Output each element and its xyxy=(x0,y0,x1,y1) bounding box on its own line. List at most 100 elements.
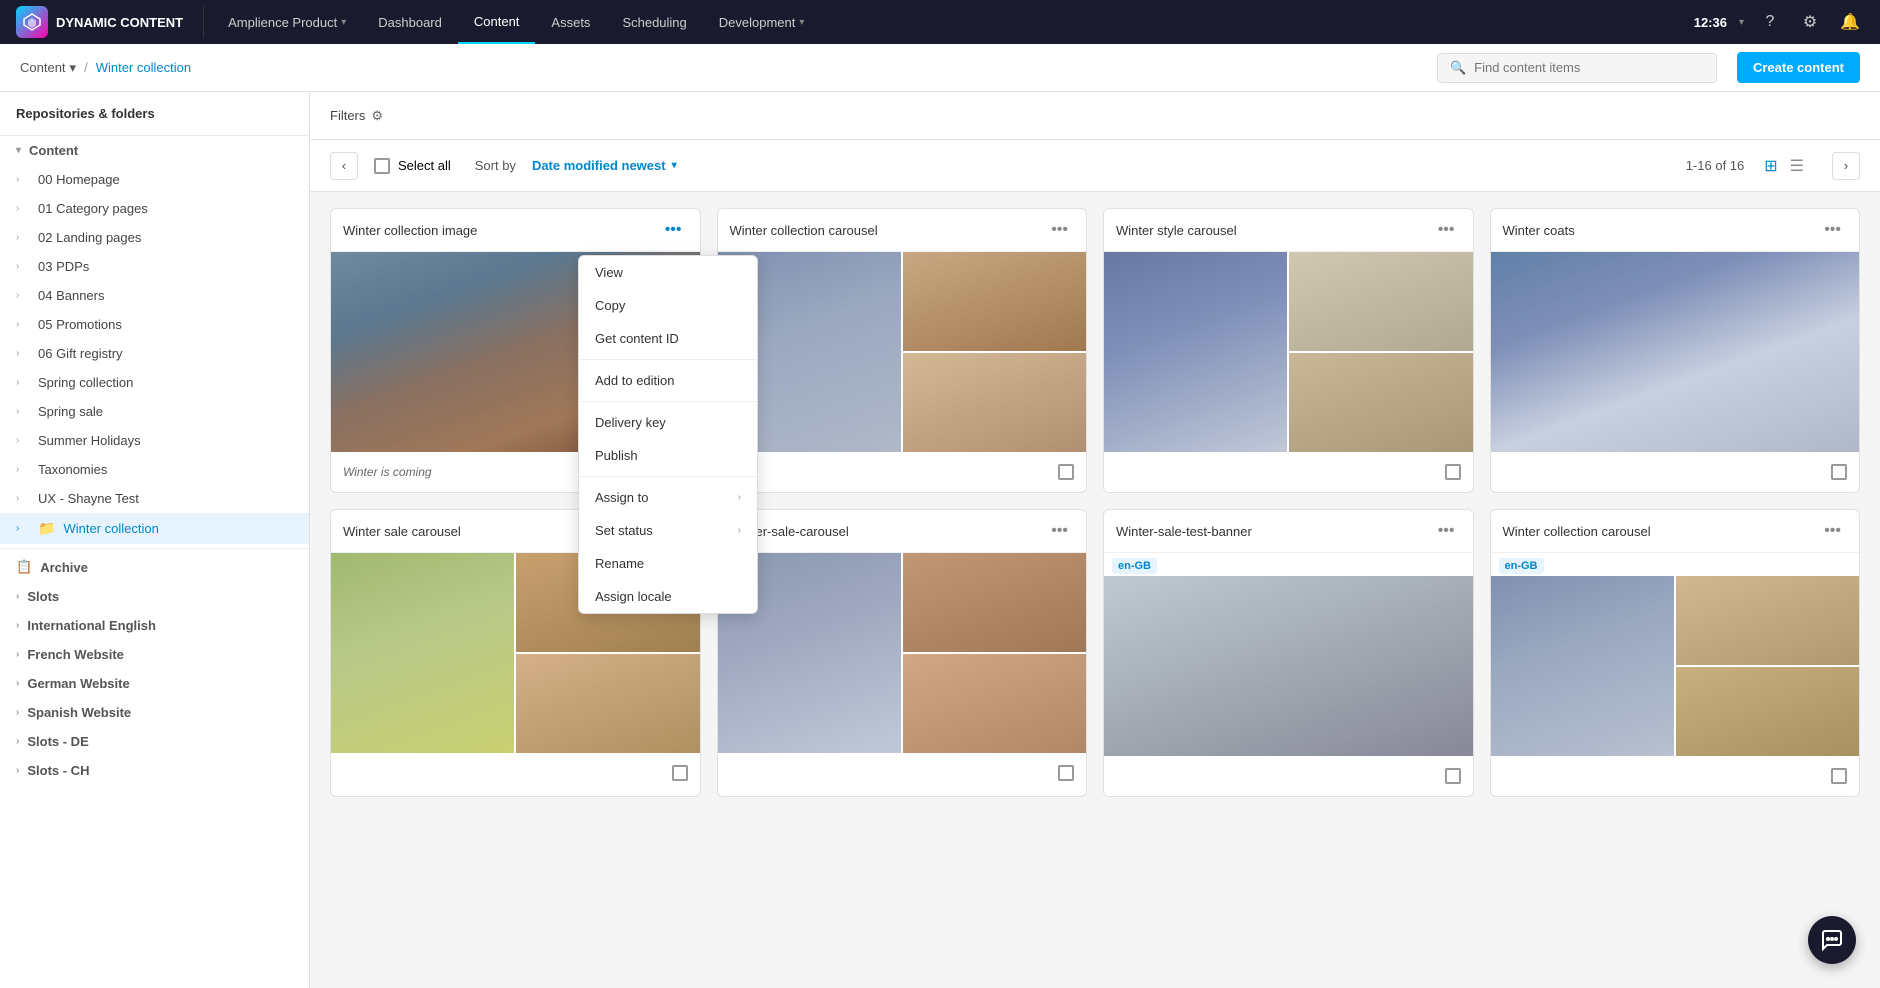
sidebar-german-label: German Website xyxy=(27,676,129,691)
search-input[interactable] xyxy=(1474,60,1704,75)
list-view-button[interactable]: ☰ xyxy=(1786,152,1808,180)
sidebar-slots-de-section[interactable]: › Slots - DE xyxy=(0,727,309,756)
menu-divider-2 xyxy=(579,401,757,402)
menu-item-copy[interactable]: Copy xyxy=(579,289,757,322)
card-7-menu-button[interactable]: ••• xyxy=(1432,520,1461,542)
menu-item-delivery-key[interactable]: Delivery key xyxy=(579,406,757,439)
card-4-menu-button[interactable]: ••• xyxy=(1818,219,1847,241)
nav-dashboard[interactable]: Dashboard xyxy=(362,0,458,44)
menu-item-rename[interactable]: Rename xyxy=(579,547,757,580)
top-nav: DYNAMIC CONTENT Amplience Product ▾ Dash… xyxy=(0,0,1880,44)
nav-development[interactable]: Development ▾ xyxy=(703,0,821,44)
card-3-checkbox[interactable] xyxy=(1445,464,1461,480)
menu-item-view[interactable]: View xyxy=(579,256,757,289)
breadcrumb-root[interactable]: Content ▾ xyxy=(20,60,76,76)
notifications-button[interactable]: 🔔 xyxy=(1836,8,1864,36)
card-5-checkbox[interactable] xyxy=(672,765,688,781)
sidebar-item-summer[interactable]: › Summer Holidays xyxy=(0,426,309,455)
sidebar-spanish-label: Spanish Website xyxy=(27,705,131,720)
sidebar-spanish-section[interactable]: › Spanish Website xyxy=(0,698,309,727)
nav-assets[interactable]: Assets xyxy=(535,0,606,44)
collapse-sidebar-button[interactable]: ‹ xyxy=(330,152,358,180)
menu-divider-1 xyxy=(579,359,757,360)
create-content-button[interactable]: Create content xyxy=(1737,52,1860,83)
sidebar-slots-ch-label: Slots - CH xyxy=(27,763,89,778)
sort-value: Date modified newest xyxy=(532,158,666,173)
card-7-locale-area: en-GB xyxy=(1104,553,1473,576)
gift-caret: › xyxy=(16,348,30,359)
winter-folder-icon: 📁 xyxy=(38,520,55,537)
sidebar-item-01-category[interactable]: › 01 Category pages xyxy=(0,194,309,223)
chat-button[interactable] xyxy=(1808,916,1856,964)
expand-button[interactable]: › xyxy=(1832,152,1860,180)
sidebar-slots-section[interactable]: › Slots xyxy=(0,582,309,611)
archive-label: Archive xyxy=(40,560,88,575)
card-4-header: Winter coats ••• xyxy=(1491,209,1860,252)
sidebar-french-label: French Website xyxy=(27,647,124,662)
menu-item-assign-locale[interactable]: Assign locale xyxy=(579,580,757,613)
nav-scheduling[interactable]: Scheduling xyxy=(606,0,702,44)
slots-de-caret: › xyxy=(16,736,19,747)
card-7-checkbox[interactable] xyxy=(1445,768,1461,784)
sidebar-item-02-landing[interactable]: › 02 Landing pages xyxy=(0,223,309,252)
breadcrumb-bar: Content ▾ / Winter collection 🔍 Create c… xyxy=(0,44,1880,92)
card-6-menu-button[interactable]: ••• xyxy=(1045,520,1074,542)
card-6-checkbox[interactable] xyxy=(1058,765,1074,781)
help-button[interactable]: ? xyxy=(1756,8,1784,36)
card-4-checkbox[interactable] xyxy=(1831,464,1847,480)
card-6-header: Winter-sale-carousel ••• xyxy=(718,510,1087,553)
card-1-menu-button[interactable]: ••• xyxy=(659,219,688,241)
menu-item-assign-to[interactable]: Assign to › xyxy=(579,481,757,514)
sidebar-item-04-banners[interactable]: › 04 Banners xyxy=(0,281,309,310)
sidebar-item-06-gift[interactable]: › 06 Gift registry xyxy=(0,339,309,368)
sidebar-item-ux[interactable]: › UX - Shayne Test xyxy=(0,484,309,513)
grid-view-button[interactable]: ⊞ xyxy=(1760,152,1781,180)
sidebar-slots-ch-section[interactable]: › Slots - CH xyxy=(0,756,309,785)
sidebar-item-03-pdps[interactable]: › 03 PDPs xyxy=(0,252,309,281)
sidebar-content-section[interactable]: ▾ Content xyxy=(0,136,309,165)
sidebar-french-section[interactable]: › French Website xyxy=(0,640,309,669)
card-winter-collection-carousel-1: Winter collection carousel ••• xyxy=(717,208,1088,493)
sidebar-item-00-homepage[interactable]: › 00 Homepage xyxy=(0,165,309,194)
slots-ch-caret: › xyxy=(16,765,19,776)
card-4-title: Winter coats xyxy=(1503,223,1575,238)
sidebar-archive-section[interactable]: 📋 Archive xyxy=(0,548,309,582)
menu-item-add-to-edition[interactable]: Add to edition xyxy=(579,364,757,397)
sort-caret: ▾ xyxy=(672,160,677,171)
card-2-checkbox[interactable] xyxy=(1058,464,1074,480)
menu-item-set-status[interactable]: Set status › xyxy=(579,514,757,547)
card-8-menu-button[interactable]: ••• xyxy=(1818,520,1847,542)
nav-content[interactable]: Content xyxy=(458,0,536,44)
nav-amplience[interactable]: Amplience Product ▾ xyxy=(212,0,362,44)
card-2-menu-button[interactable]: ••• xyxy=(1045,219,1074,241)
view-buttons: ⊞ ☰ xyxy=(1760,152,1808,180)
international-caret: › xyxy=(16,620,19,631)
sidebar-item-spring-sale[interactable]: › Spring sale xyxy=(0,397,309,426)
main-layout: Repositories & folders ▾ Content › 00 Ho… xyxy=(0,92,1880,988)
card-7-title: Winter-sale-test-banner xyxy=(1116,524,1252,539)
landing-caret: › xyxy=(16,232,30,243)
sidebar-international-section[interactable]: › International English xyxy=(0,611,309,640)
select-all-checkbox[interactable] xyxy=(374,158,390,174)
filters-button[interactable]: Filters ⚙ xyxy=(330,108,383,124)
breadcrumb-current: Winter collection xyxy=(96,60,191,75)
card-6-image xyxy=(718,553,1087,753)
pagination-info: 1-16 of 16 xyxy=(1686,158,1745,173)
sidebar-german-section[interactable]: › German Website xyxy=(0,669,309,698)
card-7-header: Winter-sale-test-banner ••• xyxy=(1104,510,1473,553)
sidebar-item-taxonomies[interactable]: › Taxonomies xyxy=(0,455,309,484)
menu-item-get-content-id[interactable]: Get content ID xyxy=(579,322,757,355)
sidebar-item-05-promotions[interactable]: › 05 Promotions xyxy=(0,310,309,339)
card-8-checkbox[interactable] xyxy=(1831,768,1847,784)
context-menu: View Copy Get content ID Add to edition … xyxy=(578,255,758,614)
card-3-image xyxy=(1104,252,1473,452)
filters-label: Filters xyxy=(330,108,365,123)
sidebar-item-spring-collection[interactable]: › Spring collection xyxy=(0,368,309,397)
menu-item-publish[interactable]: Publish xyxy=(579,439,757,472)
settings-button[interactable]: ⚙ xyxy=(1796,8,1824,36)
sidebar-header: Repositories & folders xyxy=(0,92,309,136)
sidebar-item-winter-collection[interactable]: › 📁 Winter collection xyxy=(0,513,309,544)
card-3-menu-button[interactable]: ••• xyxy=(1432,219,1461,241)
sort-dropdown[interactable]: Date modified newest ▾ xyxy=(532,158,677,173)
card-3-footer xyxy=(1104,452,1473,492)
